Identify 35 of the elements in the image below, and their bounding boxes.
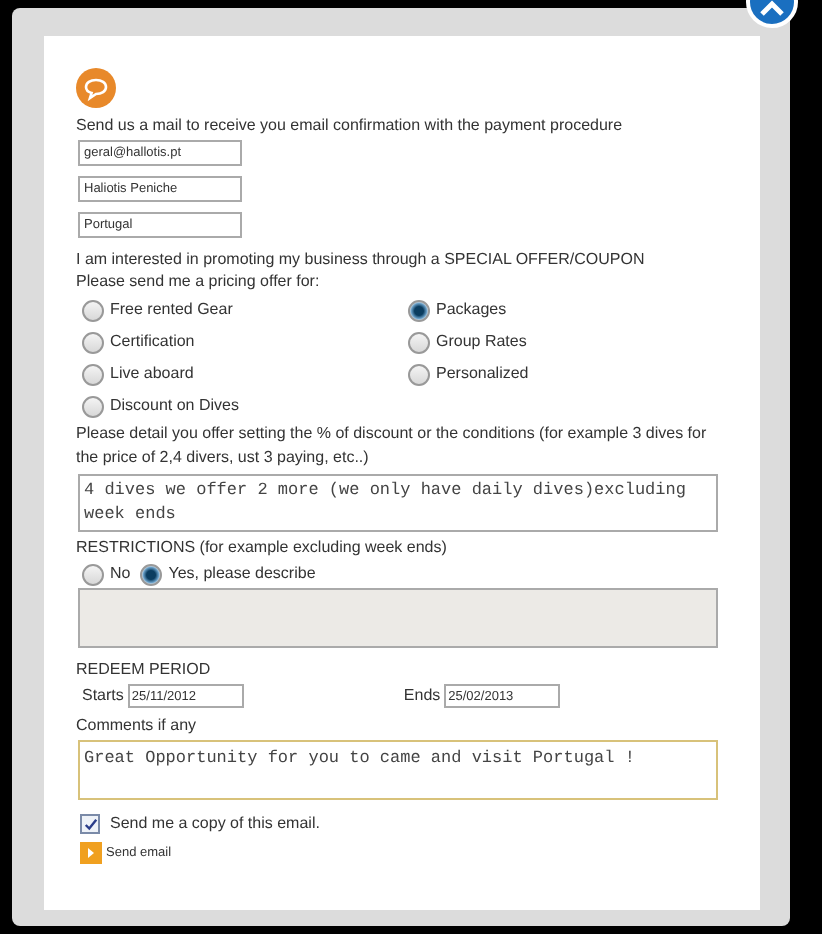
speech-bubble-icon [76, 68, 116, 108]
option-label: Certification [110, 330, 195, 354]
radio-button[interactable] [82, 299, 104, 321]
starts-label: Starts [82, 684, 124, 708]
copy-checkbox[interactable] [80, 814, 100, 834]
interest-text: I am interested in promoting my business through a SPECIAL OFFER/COUPON [76, 248, 647, 270]
radio-button[interactable] [82, 363, 104, 385]
intro-text: Send us a mail to receive you email confirmation with the payment procedure [76, 114, 625, 136]
radio-button[interactable] [82, 395, 104, 417]
radio-button[interactable] [140, 563, 163, 585]
comments-textarea[interactable]: Great Opportunity for you to came and visit Portugal ! [78, 740, 718, 800]
radio-button[interactable] [408, 331, 430, 353]
check-icon [83, 817, 97, 831]
chevron-up-icon [760, 0, 784, 16]
option-label: Discount on Dives [110, 394, 239, 418]
option-label: Free rented Gear [110, 298, 233, 322]
radio-button[interactable] [82, 563, 104, 585]
option-label: Yes, please describe [168, 562, 316, 586]
redeem-label: REDEEM PERIOD [76, 658, 213, 680]
detail-textarea[interactable]: 4 dives we offer 2 more (we only have daily dives)excluding week ends [78, 474, 718, 532]
detail-label: Please detail you offer setting the % of discount or the conditions (for example 3 dives for the price of 2,4 divers, ust 3 paying, etc..) [76, 422, 709, 470]
ends-label: Ends [403, 684, 441, 708]
play-icon [80, 842, 102, 864]
option-label: Personalized [436, 362, 529, 386]
option-label: Live aboard [110, 362, 194, 386]
radio-button[interactable] [82, 331, 104, 353]
option-label: Group Rates [436, 330, 527, 354]
option-label: No [110, 562, 131, 586]
option-label: Packages [436, 298, 507, 322]
radio-button[interactable] [408, 299, 430, 321]
radio-button[interactable] [408, 363, 430, 385]
copy-label: Send me a copy of this email. [110, 812, 320, 836]
comments-label: Comments if any [76, 714, 199, 736]
offer-label: Please send me a pricing offer for: [76, 270, 322, 292]
restrictions-label: RESTRICTIONS (for example excluding week ends) [76, 536, 449, 558]
